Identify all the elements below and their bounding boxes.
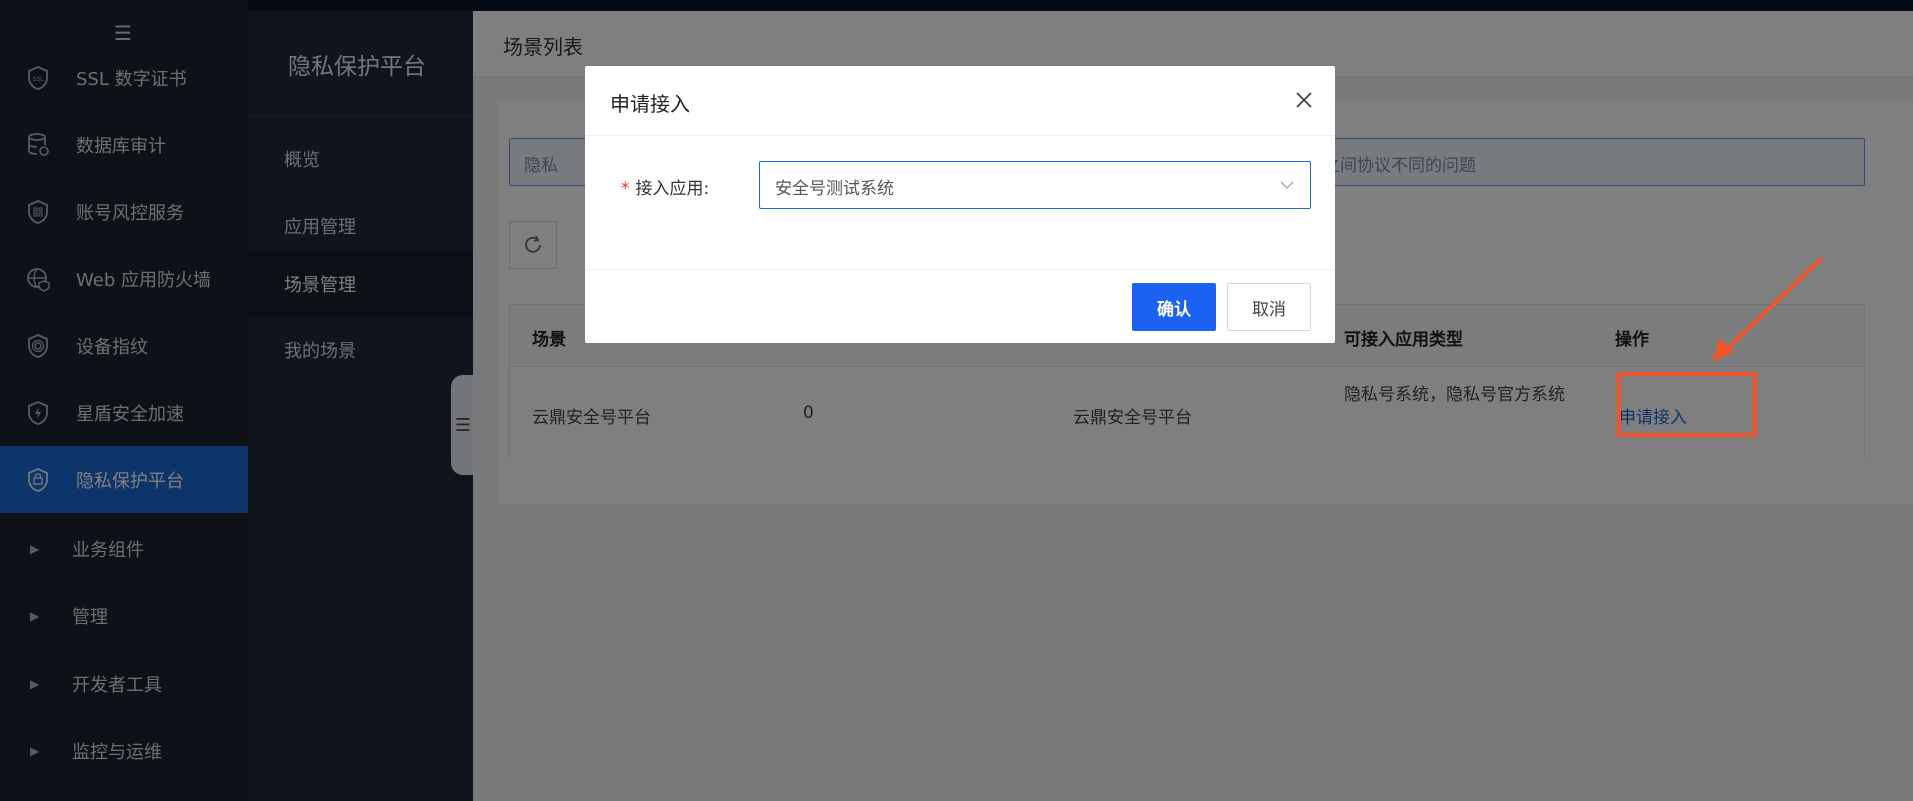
close-icon bbox=[1296, 92, 1312, 108]
chevron-down-icon bbox=[1280, 181, 1294, 189]
apply-access-dialog: 申请接入 * 接入应用: 安全号测试系统 确认 取消 bbox=[585, 66, 1335, 343]
form-label-app: * 接入应用: bbox=[621, 174, 709, 199]
dialog-header: 申请接入 bbox=[585, 66, 1335, 136]
close-button[interactable] bbox=[1290, 86, 1318, 114]
confirm-button[interactable]: 确认 bbox=[1132, 283, 1216, 331]
annotation-highlight-box bbox=[1617, 372, 1757, 437]
cancel-button[interactable]: 取消 bbox=[1227, 283, 1311, 331]
required-mark: * bbox=[621, 179, 630, 199]
annotation-arrow-icon bbox=[1712, 256, 1824, 362]
dialog-title: 申请接入 bbox=[610, 92, 690, 116]
dialog-footer: 确认 取消 bbox=[585, 269, 1335, 343]
app-select-value: 安全号测试系统 bbox=[775, 179, 894, 199]
form-label-text: 接入应用: bbox=[635, 179, 710, 199]
app-select[interactable]: 安全号测试系统 bbox=[759, 161, 1311, 209]
